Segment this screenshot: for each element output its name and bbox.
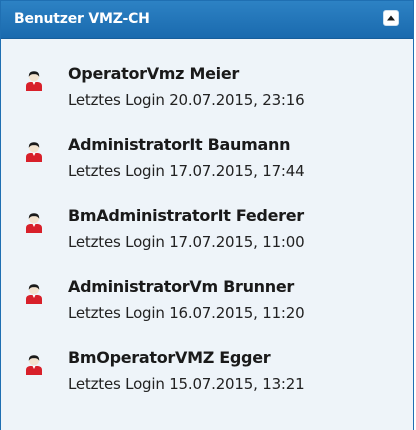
last-login-text: Letztes Login 15.07.2015, 13:21 <box>68 375 305 393</box>
user-list: OperatorVmz Meier Letztes Login 20.07.20… <box>1 51 413 406</box>
user-name[interactable]: OperatorVmz Meier <box>68 64 239 83</box>
last-login-text: Letztes Login 17.07.2015, 17:44 <box>68 162 305 180</box>
collapse-button[interactable] <box>383 10 399 26</box>
user-name[interactable]: BmAdministratorIt Federer <box>68 206 304 225</box>
list-item[interactable]: BmAdministratorIt Federer Letztes Login … <box>1 193 413 264</box>
panel-header: Benutzer VMZ-CH <box>1 1 413 39</box>
user-icon <box>26 355 42 375</box>
users-panel: Benutzer VMZ-CH OperatorVmz Meier Letzte… <box>0 0 414 430</box>
last-login-text: Letztes Login 17.07.2015, 11:00 <box>68 233 305 251</box>
list-item[interactable]: AdministratorVm Brunner Letztes Login 16… <box>1 264 413 335</box>
user-icon <box>26 142 42 162</box>
list-item[interactable]: AdministratorIt Baumann Letztes Login 17… <box>1 122 413 193</box>
user-name[interactable]: BmOperatorVMZ Egger <box>68 348 271 367</box>
user-icon <box>26 213 42 233</box>
user-icon <box>26 284 42 304</box>
user-name[interactable]: AdministratorVm Brunner <box>68 277 294 296</box>
panel-title: Benutzer VMZ-CH <box>14 11 150 27</box>
list-item[interactable]: OperatorVmz Meier Letztes Login 20.07.20… <box>1 51 413 122</box>
user-icon <box>26 71 42 91</box>
chevron-up-icon <box>387 15 395 21</box>
last-login-text: Letztes Login 20.07.2015, 23:16 <box>68 91 305 109</box>
list-item[interactable]: BmOperatorVMZ Egger Letztes Login 15.07.… <box>1 335 413 406</box>
user-name[interactable]: AdministratorIt Baumann <box>68 135 290 154</box>
last-login-text: Letztes Login 16.07.2015, 11:20 <box>68 304 305 322</box>
